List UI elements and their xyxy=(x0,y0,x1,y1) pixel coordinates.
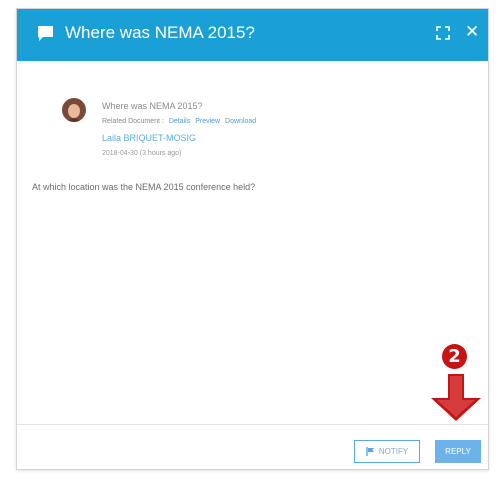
footer-divider xyxy=(17,424,488,425)
preview-link[interactable]: Preview xyxy=(195,118,220,125)
flag-icon xyxy=(366,447,374,456)
notify-label: NOTIFY xyxy=(378,447,409,456)
close-icon[interactable]: ✕ xyxy=(465,23,479,40)
reply-label: REPLY xyxy=(445,447,471,456)
related-document-label: Related Document : xyxy=(102,118,164,125)
dialog-header: Where was NEMA 2015? ✕ xyxy=(17,9,488,61)
step-number-badge: 2 xyxy=(442,344,467,369)
down-arrow-icon xyxy=(431,374,481,421)
message-title: Where was NEMA 2015? xyxy=(102,101,203,111)
related-document: Related Document : Details Preview Downl… xyxy=(102,118,256,125)
dialog-title: Where was NEMA 2015? xyxy=(65,23,255,42)
chat-icon xyxy=(38,26,53,41)
question-dialog: Where was NEMA 2015? ✕ Where was NEMA 20… xyxy=(16,8,489,470)
details-link[interactable]: Details xyxy=(169,118,190,125)
download-link[interactable]: Download xyxy=(225,118,256,125)
author-name[interactable]: Laila BRIQUET-MOSIG xyxy=(102,133,196,143)
reply-button[interactable]: REPLY xyxy=(435,440,481,463)
question-text: At which location was the NEMA 2015 conf… xyxy=(32,182,256,192)
message-date: 2018-04-30 (3 hours ago) xyxy=(102,150,182,157)
avatar xyxy=(62,98,86,122)
notify-button[interactable]: NOTIFY xyxy=(354,440,420,463)
expand-icon[interactable] xyxy=(436,26,450,40)
